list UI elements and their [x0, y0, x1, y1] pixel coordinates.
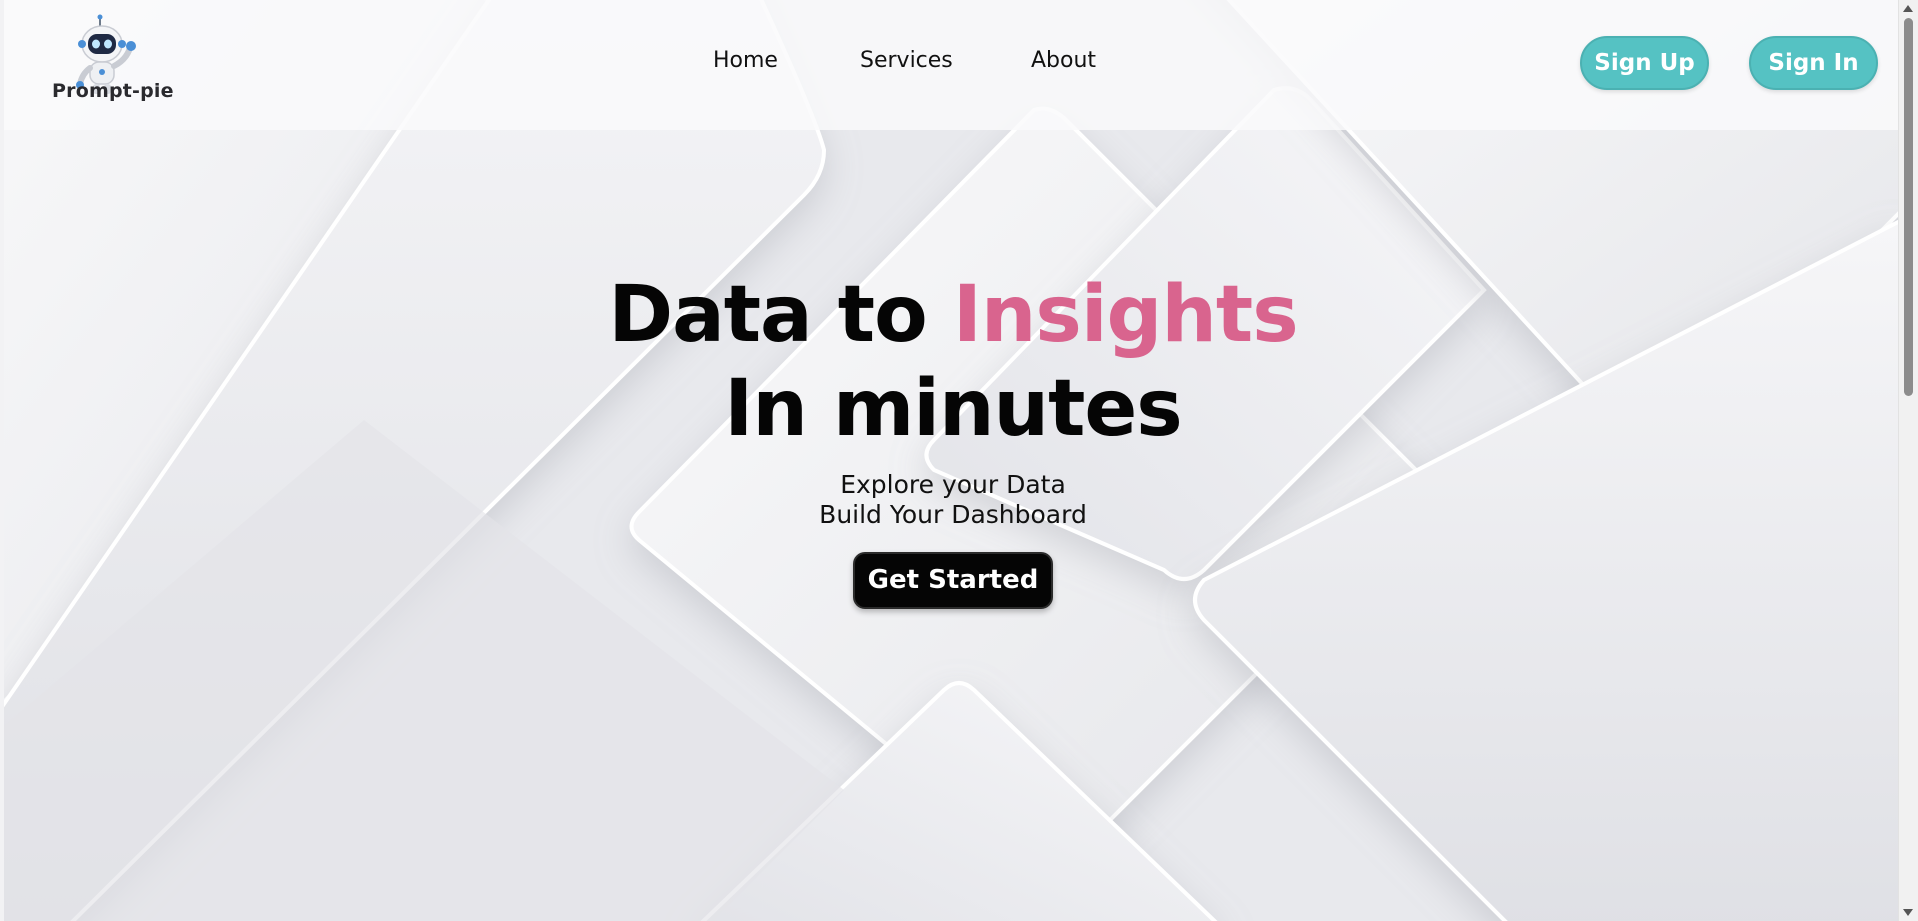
brand-logo[interactable]: Prompt-pie — [48, 14, 174, 110]
scroll-up-arrow-icon[interactable] — [1903, 5, 1913, 12]
hero-subtitle-line1: Explore your Data — [840, 470, 1066, 499]
scrollbar-thumb[interactable] — [1904, 18, 1913, 396]
get-started-button[interactable]: Get Started — [853, 552, 1053, 609]
hero-title-accent: Insights — [952, 270, 1299, 360]
hero-subtitle: Explore your Data Build Your Dashboard — [4, 470, 1898, 530]
sign-up-button[interactable]: Sign Up — [1580, 36, 1709, 90]
nav-home-link[interactable]: Home — [713, 48, 778, 73]
hero-title-line1: Data to Insights — [4, 268, 1898, 362]
brand-name: Prompt-pie — [52, 80, 174, 102]
hero-subtitle-line2: Build Your Dashboard — [819, 500, 1087, 529]
nav-services-link[interactable]: Services — [860, 48, 953, 73]
hero-title-line2: In minutes — [724, 364, 1182, 454]
hero-title-part1: Data to — [608, 270, 953, 360]
top-navbar: Prompt-pie Home Services About Sign Up S… — [4, 0, 1898, 130]
scroll-down-arrow-icon[interactable] — [1903, 909, 1913, 916]
hero-section: Data to Insights In minutes Explore your… — [4, 268, 1898, 609]
vertical-scrollbar[interactable] — [1898, 0, 1918, 921]
sign-in-button[interactable]: Sign In — [1749, 36, 1878, 90]
page-viewport: Prompt-pie Home Services About Sign Up S… — [0, 0, 1898, 921]
nav-about-link[interactable]: About — [1031, 48, 1096, 73]
